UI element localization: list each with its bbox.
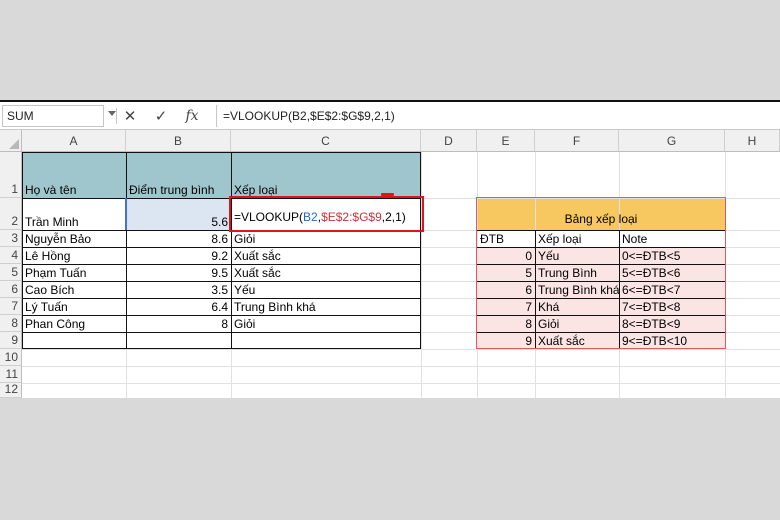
cell-a3[interactable]: Nguyễn Bảo: [22, 230, 126, 247]
column-header-f[interactable]: F: [535, 130, 619, 152]
lookup-cell-g8[interactable]: 8<=ĐTB<9: [619, 315, 725, 332]
column-header-h[interactable]: H: [725, 130, 780, 152]
row-header-9[interactable]: 9: [0, 332, 22, 349]
close-icon[interactable]: ✕: [119, 105, 141, 127]
row-header-3[interactable]: 3: [0, 230, 22, 247]
cell-b8[interactable]: 8: [126, 315, 231, 332]
highlight-mark: [381, 193, 394, 196]
cell-c6[interactable]: Yếu: [231, 281, 421, 298]
cell-c8[interactable]: Giỏi: [231, 315, 421, 332]
column-header-g[interactable]: G: [619, 130, 725, 152]
lookup-cell-g4[interactable]: 0<=ĐTB<5: [619, 247, 725, 264]
lookup-cell-f6[interactable]: Trung Bình khá: [535, 281, 620, 298]
cell-a6[interactable]: Cao Bích: [22, 281, 126, 298]
row-header-8[interactable]: 8: [0, 315, 22, 332]
select-all-button[interactable]: [0, 130, 22, 152]
lookup-cell-f4[interactable]: Yếu: [535, 247, 619, 264]
header-diem-trung-binh[interactable]: Điểm trung bình: [126, 152, 231, 198]
fx-icon[interactable]: fx: [181, 105, 203, 127]
formula-input[interactable]: =VLOOKUP(B2,$E$2:$G$9,2,1): [216, 105, 776, 127]
lookup-header-dtb[interactable]: ĐTB: [477, 230, 535, 247]
row-header-12[interactable]: 12: [0, 382, 22, 398]
formula-highlight-box: [229, 196, 424, 232]
cell-a2[interactable]: Trần Minh: [22, 198, 126, 230]
lookup-cell-e5[interactable]: 5: [477, 264, 535, 281]
lookup-cell-e9[interactable]: 9: [477, 332, 535, 349]
row-header-2[interactable]: 2: [0, 198, 22, 230]
lookup-cell-f8[interactable]: Giỏi: [535, 315, 619, 332]
lookup-cell-e6[interactable]: 6: [477, 281, 535, 298]
gridline: [421, 152, 422, 398]
row-header-6[interactable]: 6: [0, 281, 22, 298]
lookup-cell-f9[interactable]: Xuất sắc: [535, 332, 619, 349]
formula-bar: SUM ✕ ✓ fx =VLOOKUP(B2,$E$2:$G$9,2,1): [0, 102, 780, 130]
table-border: [22, 332, 421, 333]
chevron-down-icon[interactable]: [108, 111, 116, 116]
cell-b7[interactable]: 6.4: [126, 298, 231, 315]
lookup-cell-g6[interactable]: 6<=ĐTB<7: [619, 281, 725, 298]
cell-c3[interactable]: Giỏi: [231, 230, 421, 247]
cell-a7[interactable]: Lý Tuấn: [22, 298, 126, 315]
lookup-cell-g7[interactable]: 7<=ĐTB<8: [619, 298, 725, 315]
row-header-5[interactable]: 5: [0, 264, 22, 281]
table-border: [22, 348, 421, 349]
gridline: [22, 366, 780, 367]
row-header-10[interactable]: 10: [0, 349, 22, 366]
column-header-e[interactable]: E: [477, 130, 535, 152]
header-xep-loai[interactable]: Xếp loại: [231, 152, 421, 198]
column-header-a[interactable]: A: [22, 130, 126, 152]
gridline: [22, 349, 780, 350]
cell-b2[interactable]: 5.6: [126, 198, 231, 230]
cell-a8[interactable]: Phan Công: [22, 315, 126, 332]
cell-a4[interactable]: Lê Hồng: [22, 247, 126, 264]
cell-c7[interactable]: Trung Bình khá: [231, 298, 421, 315]
cell-b5[interactable]: 9.5: [126, 264, 231, 281]
header-ho-va-ten[interactable]: Họ và tên: [22, 152, 126, 198]
lookup-cell-g9[interactable]: 9<=ĐTB<10: [619, 332, 725, 349]
lookup-header-note[interactable]: Note: [619, 230, 725, 247]
column-header-d[interactable]: D: [421, 130, 477, 152]
gridline: [22, 383, 780, 384]
row-header-4[interactable]: 4: [0, 247, 22, 264]
lookup-cell-e7[interactable]: 7: [477, 298, 535, 315]
cell-b4[interactable]: 9.2: [126, 247, 231, 264]
row-header-1[interactable]: 1: [0, 152, 22, 198]
cell-c5[interactable]: Xuất sắc: [231, 264, 421, 281]
check-icon[interactable]: ✓: [150, 105, 172, 127]
lookup-cell-g5[interactable]: 5<=ĐTB<6: [619, 264, 725, 281]
lookup-cell-f7[interactable]: Khá: [535, 298, 619, 315]
cell-b6[interactable]: 3.5: [126, 281, 231, 298]
separator: [116, 108, 117, 124]
lookup-cell-e8[interactable]: 8: [477, 315, 535, 332]
lookup-title[interactable]: Bảng xếp loại: [477, 198, 725, 230]
cell-a5[interactable]: Phạm Tuấn: [22, 264, 126, 281]
row-header-11[interactable]: 11: [0, 366, 22, 383]
spreadsheet-grid: A B C D E F G H 1 2 3 4 5 6 7 8 9 10 11 …: [0, 130, 780, 398]
excel-window: SUM ✕ ✓ fx =VLOOKUP(B2,$E$2:$G$9,2,1) A …: [0, 100, 780, 398]
column-header-b[interactable]: B: [126, 130, 231, 152]
column-header-c[interactable]: C: [231, 130, 421, 152]
row-header-7[interactable]: 7: [0, 298, 22, 315]
lookup-header-xep-loai[interactable]: Xếp loại: [535, 230, 619, 247]
name-box[interactable]: SUM: [2, 105, 104, 127]
cell-c4[interactable]: Xuất sắc: [231, 247, 421, 264]
cell-b3[interactable]: 8.6: [126, 230, 231, 247]
lookup-cell-f5[interactable]: Trung Bình: [535, 264, 619, 281]
lookup-cell-e4[interactable]: 0: [477, 247, 535, 264]
